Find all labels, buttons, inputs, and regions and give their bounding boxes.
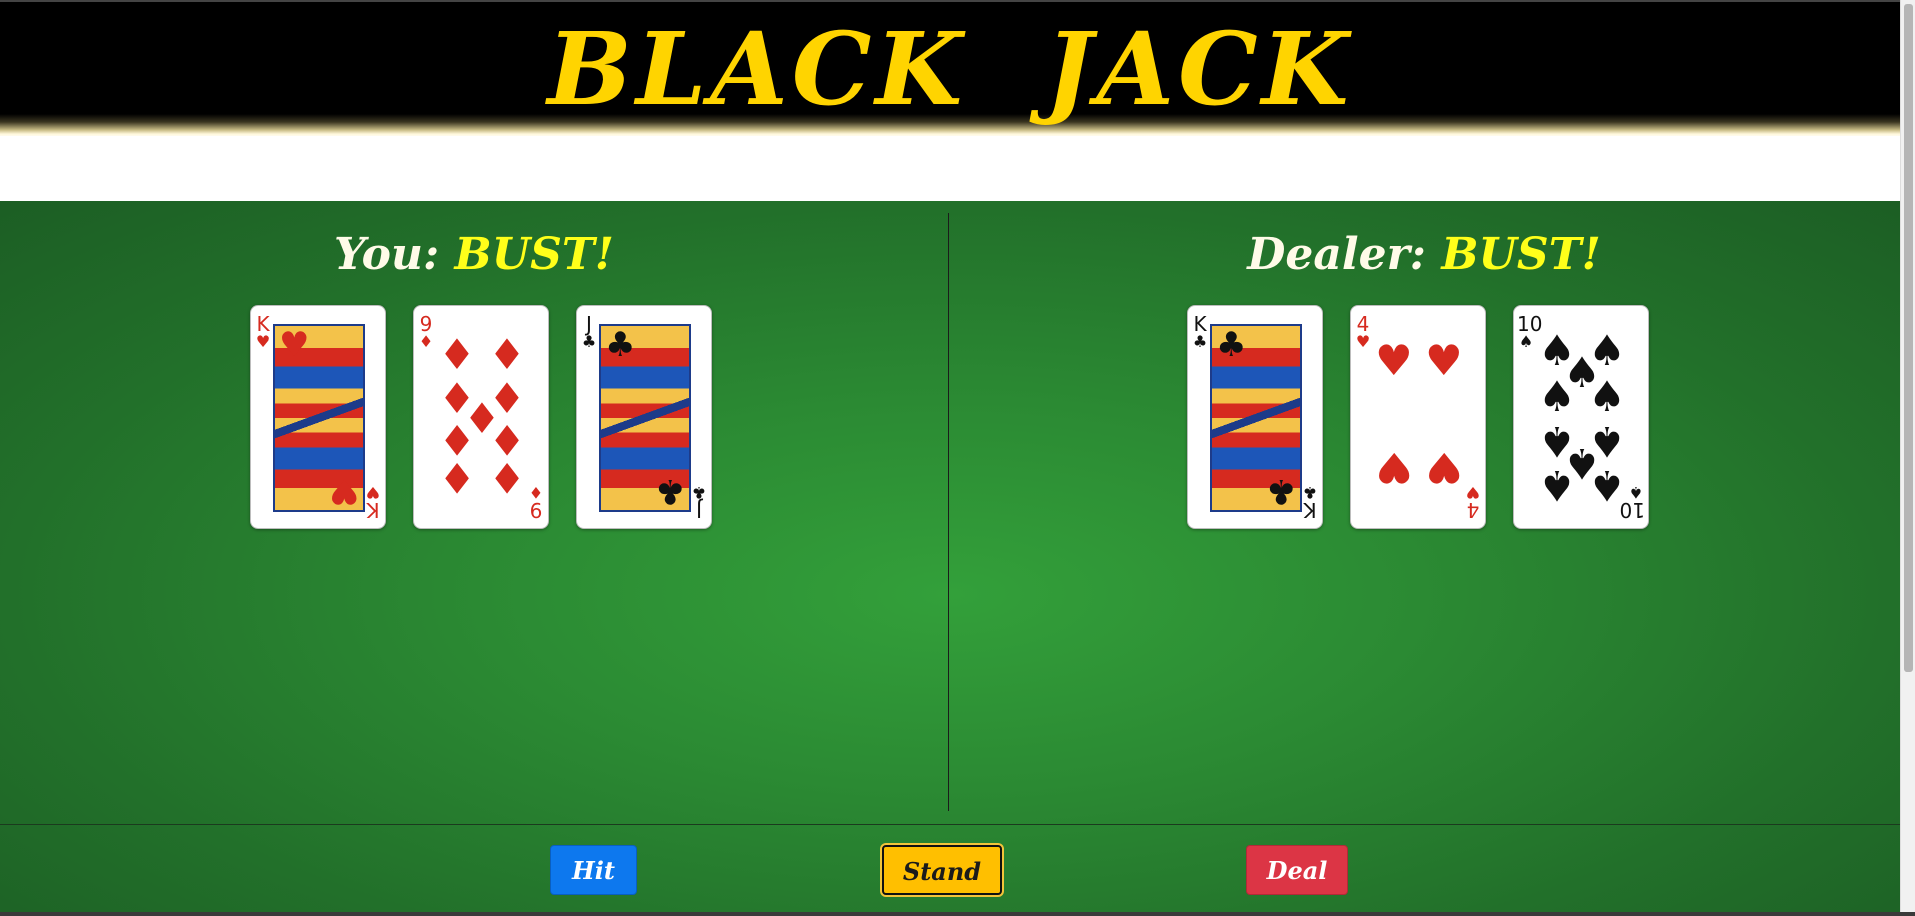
card-index: J ♣ (690, 483, 708, 522)
card-index: J ♣ (580, 314, 598, 350)
card-suit-icon: ♣ (581, 332, 597, 351)
card-suit-icon: ♥ (365, 483, 381, 502)
playing-card: K ♣ K ♣ ♣ ♣ (1187, 305, 1323, 529)
card-suit-icon: ♣ (1216, 325, 1247, 365)
court-card-artwork: ♣ ♣ (599, 324, 691, 512)
card-pip-icon: ♥ (1375, 336, 1413, 385)
card-pip-icon: ♥ (1425, 336, 1463, 385)
card-pip-icon: ♦ (438, 453, 476, 502)
playing-card: J ♣ J ♣ ♣ ♣ (576, 305, 712, 529)
card-suit-icon: ♣ (1265, 471, 1296, 511)
card-pip-icon: ♠ (1538, 461, 1576, 510)
vertical-scrollbar[interactable] (1900, 0, 1915, 916)
card-suit-icon: ♥ (328, 471, 359, 511)
card-index: K ♥ (364, 483, 382, 522)
title-banner: BLACK JACK (0, 0, 1900, 136)
game-title: BLACK JACK (547, 10, 1353, 128)
card-suit-icon: ♣ (1192, 332, 1208, 351)
card-index: 9 ♦ (417, 314, 435, 350)
card-pip-icon: ♠ (1538, 372, 1576, 421)
playing-card: K ♥ K ♥ ♥ ♥ (250, 305, 386, 529)
card-index: 10 ♠ (1620, 483, 1645, 522)
scrollbar-thumb[interactable] (1904, 4, 1913, 672)
card-index: 9 ♦ (527, 483, 545, 522)
card-suit-icon: ♣ (1302, 483, 1318, 502)
card-index: K ♥ (254, 314, 272, 350)
card-suit-icon: ♥ (255, 332, 271, 351)
card-index: 4 ♥ (1354, 314, 1372, 350)
hit-button[interactable]: Hit (550, 845, 637, 895)
stand-button[interactable]: Stand (882, 845, 1002, 895)
card-suit-icon: ♠ (1518, 332, 1534, 351)
card-suit-icon: ♦ (418, 332, 434, 351)
card-index: 4 ♥ (1464, 483, 1482, 522)
card-index: 10 ♠ (1517, 314, 1542, 351)
card-pip-icon: ♦ (488, 453, 526, 502)
card-suit-icon: ♣ (691, 483, 707, 502)
player-label: You: (334, 229, 440, 280)
center-divider (948, 213, 949, 811)
deal-button[interactable]: Deal (1246, 845, 1348, 895)
player-status: BUST! (454, 229, 614, 280)
card-suit-icon: ♣ (654, 471, 685, 511)
card-index: K ♣ (1301, 483, 1319, 522)
playing-card: 9 ♦ 9 ♦ ♦ ♦ ♦ ♦ ♦ ♦ ♦ ♦ ♦ (413, 305, 549, 529)
card-pip-icon: ♠ (1588, 461, 1626, 510)
dealer-label: Dealer: (1247, 229, 1427, 280)
card-pip-icon: ♠ (1588, 372, 1626, 421)
court-card-artwork: ♥ ♥ (273, 324, 365, 512)
card-suit-icon: ♥ (279, 325, 310, 365)
card-pip-icon: ♥ (1425, 443, 1463, 492)
message-bar (0, 136, 1900, 201)
dealer-heading: Dealer: BUST! (948, 225, 1900, 285)
card-suit-icon: ♥ (1465, 483, 1481, 502)
card-suit-icon: ♠ (1628, 483, 1644, 502)
card-pip-icon: ♥ (1375, 443, 1413, 492)
card-suit-icon: ♥ (1355, 332, 1371, 351)
playing-card: 10 ♠ 10 ♠ ♠ ♠ ♠ ♠ ♠ ♠ ♠ ♠ ♠ ♠ (1513, 305, 1649, 529)
player-heading: You: BUST! (0, 225, 948, 285)
court-card-artwork: ♣ ♣ (1210, 324, 1302, 512)
card-index: K ♣ (1191, 314, 1209, 350)
controls-divider (0, 824, 1900, 825)
card-pip-icon: ♦ (438, 330, 476, 379)
card-pip-icon: ♦ (488, 330, 526, 379)
playing-card: 4 ♥ 4 ♥ ♥ ♥ ♥ ♥ (1350, 305, 1486, 529)
card-suit-icon: ♣ (605, 325, 636, 365)
game-table: You: BUST! Dealer: BUST! K ♥ K ♥ ♥ ♥ 9 ♦ 9 ♦ ♦ ♦ ♦ ♦ ♦… (0, 201, 1900, 916)
dealer-status: BUST! (1441, 229, 1601, 280)
window-bottom-border (0, 912, 1915, 916)
card-suit-icon: ♦ (528, 483, 544, 502)
